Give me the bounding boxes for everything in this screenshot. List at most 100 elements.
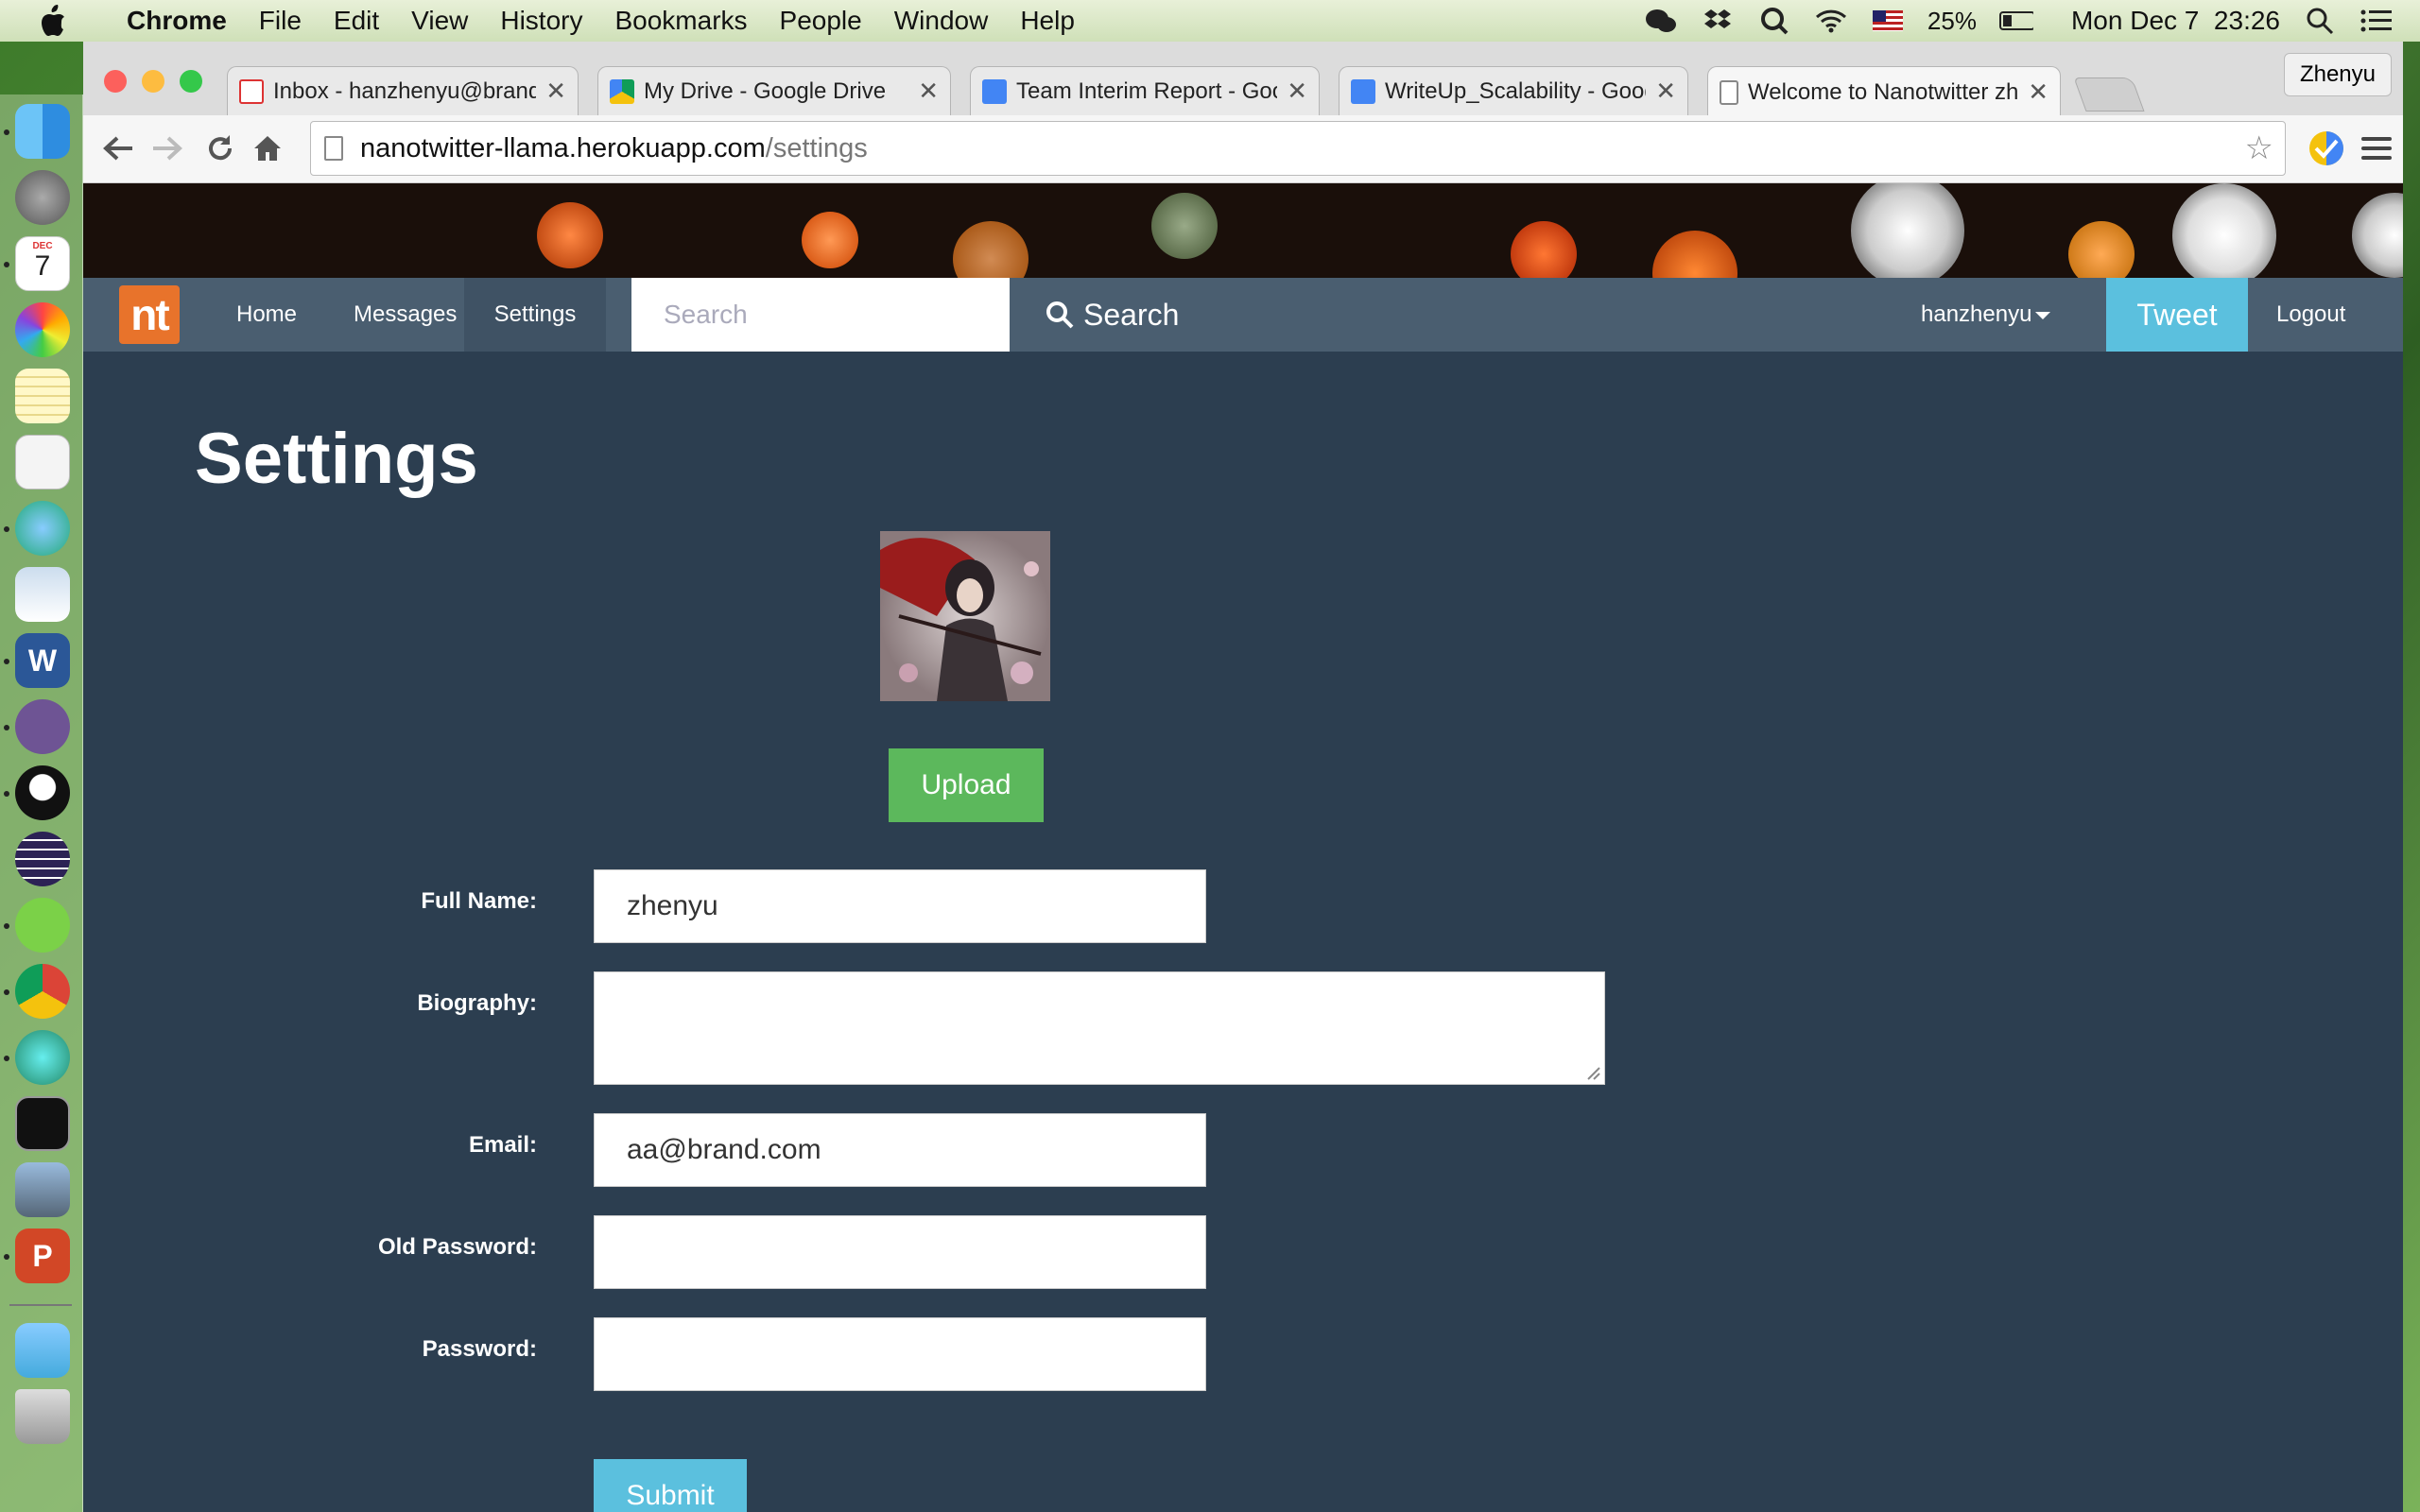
spotlight-icon[interactable] (2303, 7, 2337, 35)
menu-help[interactable]: Help (1020, 6, 1075, 36)
chrome-icon[interactable] (15, 964, 70, 1019)
page-info-icon[interactable] (324, 136, 343, 161)
word-icon[interactable]: W (15, 633, 70, 688)
forward-button[interactable] (146, 127, 189, 170)
tweet-button[interactable]: Tweet (2106, 278, 2248, 352)
menu-app-name[interactable]: Chrome (127, 6, 227, 36)
nav-messages[interactable]: Messages (333, 278, 477, 352)
password-label: Password: (422, 1336, 537, 1362)
google-docs-icon (1351, 78, 1375, 104)
tab-title: Inbox - hanzhenyu@brande (273, 77, 537, 104)
search-icon (1046, 301, 1074, 329)
site-logo[interactable]: nt (119, 285, 180, 344)
qq-status-icon[interactable] (1757, 7, 1791, 35)
menu-people[interactable]: People (780, 6, 862, 36)
nav-settings[interactable]: Settings (464, 278, 606, 352)
nav-home[interactable]: Home (216, 278, 318, 352)
tab-google-drive[interactable]: My Drive - Google Drive ✕ (597, 66, 951, 115)
google-drive-icon (610, 78, 634, 104)
notification-center-icon[interactable] (2360, 7, 2394, 35)
wechat-icon[interactable] (15, 898, 70, 953)
full-name-label: Full Name: (421, 888, 537, 914)
email-label: Email: (468, 1132, 537, 1158)
submit-button[interactable]: Submit (594, 1459, 747, 1512)
maps-icon[interactable] (15, 501, 70, 556)
apple-menu-icon[interactable] (26, 0, 79, 42)
password-field[interactable] (594, 1317, 1206, 1391)
search-button[interactable]: Search (1046, 278, 1179, 352)
tab-title: Welcome to Nanotwitter zh (1748, 78, 2019, 105)
menu-bookmarks[interactable]: Bookmarks (614, 6, 747, 36)
terminal-icon[interactable] (15, 1096, 70, 1151)
logout-link[interactable]: Logout (2276, 278, 2345, 352)
powerpoint-icon[interactable]: P (15, 1228, 70, 1283)
image-capture-icon[interactable] (15, 1162, 70, 1217)
launchpad-icon[interactable] (15, 170, 70, 225)
email-field[interactable]: aa@brand.com (594, 1113, 1206, 1187)
atom-icon[interactable] (15, 1030, 70, 1085)
close-tab-icon[interactable]: ✕ (1655, 77, 1676, 106)
tab-title: Team Interim Report - Goo (1016, 77, 1278, 104)
extension-icon[interactable] (2305, 127, 2348, 170)
address-bar[interactable]: nanotwitter-llama.herokuapp.com/settings… (310, 121, 2286, 176)
back-button[interactable] (96, 127, 140, 170)
us-flag-icon[interactable] (1871, 7, 1905, 35)
wifi-icon[interactable] (1814, 7, 1848, 35)
full-name-field[interactable]: zhenyu (594, 869, 1206, 943)
new-tab-button[interactable] (2073, 77, 2145, 112)
preview-icon[interactable] (15, 567, 70, 622)
close-tab-icon[interactable]: ✕ (2028, 77, 2048, 107)
dock: DEC 7 W P (0, 94, 83, 1512)
tab-team-interim-report[interactable]: Team Interim Report - Goo ✕ (970, 66, 1320, 115)
notes-icon[interactable] (15, 369, 70, 423)
zoom-window-button[interactable] (180, 70, 202, 93)
folder-icon[interactable] (15, 1323, 70, 1378)
reload-button[interactable] (199, 127, 242, 170)
close-tab-icon[interactable]: ✕ (545, 77, 566, 106)
username: hanzhenyu (1921, 301, 2032, 327)
menu-history[interactable]: History (500, 6, 582, 36)
trash-icon[interactable] (15, 1389, 70, 1444)
upload-button[interactable]: Upload (889, 748, 1044, 822)
menu-edit[interactable]: Edit (334, 6, 379, 36)
dropbox-icon[interactable] (1701, 7, 1735, 35)
close-window-button[interactable] (104, 70, 127, 93)
page-title: Settings (195, 419, 478, 499)
profile-button[interactable]: Zhenyu (2283, 53, 2392, 96)
tab-nanotwitter[interactable]: Welcome to Nanotwitter zh ✕ (1707, 66, 2061, 117)
running-indicator (4, 129, 9, 135)
search-input[interactable]: Search (631, 278, 1010, 352)
home-button[interactable] (246, 127, 289, 170)
tab-title: My Drive - Google Drive (644, 77, 887, 104)
minimize-window-button[interactable] (142, 70, 164, 93)
eclipse-icon[interactable] (15, 832, 70, 886)
biography-textarea[interactable] (594, 971, 1605, 1085)
running-indicator (4, 1254, 9, 1260)
menu-file[interactable]: File (259, 6, 302, 36)
caret-down-icon (2035, 312, 2051, 319)
gmail-icon (239, 78, 264, 104)
page-icon (1720, 79, 1738, 105)
chrome-menu-icon[interactable] (2358, 129, 2395, 168)
tab-gmail[interactable]: Inbox - hanzhenyu@brande ✕ (227, 66, 579, 115)
old-password-field[interactable] (594, 1215, 1206, 1289)
github-icon[interactable] (15, 699, 70, 754)
resize-handle-icon[interactable] (1586, 1066, 1601, 1081)
calendar-day: 7 (34, 250, 51, 282)
photos-icon[interactable] (15, 302, 70, 357)
close-tab-icon[interactable]: ✕ (918, 77, 939, 106)
battery-icon[interactable] (1998, 7, 2033, 35)
tab-title: WriteUp_Scalability - Goog (1385, 77, 1647, 104)
menu-window[interactable]: Window (894, 6, 989, 36)
menu-view[interactable]: View (411, 6, 468, 36)
tab-writeup-scalability[interactable]: WriteUp_Scalability - Goog ✕ (1339, 66, 1688, 115)
wechat-status-icon[interactable] (1644, 7, 1678, 35)
calendar-icon[interactable]: DEC 7 (15, 236, 70, 291)
finder-icon[interactable] (15, 104, 70, 159)
bookmark-star-icon[interactable]: ☆ (2245, 129, 2273, 167)
menubar-clock[interactable]: Mon Dec 7 23:26 (2071, 6, 2280, 36)
close-tab-icon[interactable]: ✕ (1287, 77, 1307, 106)
qq-icon[interactable] (15, 765, 70, 820)
user-dropdown[interactable]: hanzhenyu (1921, 278, 2051, 352)
textedit-icon[interactable] (15, 435, 70, 490)
